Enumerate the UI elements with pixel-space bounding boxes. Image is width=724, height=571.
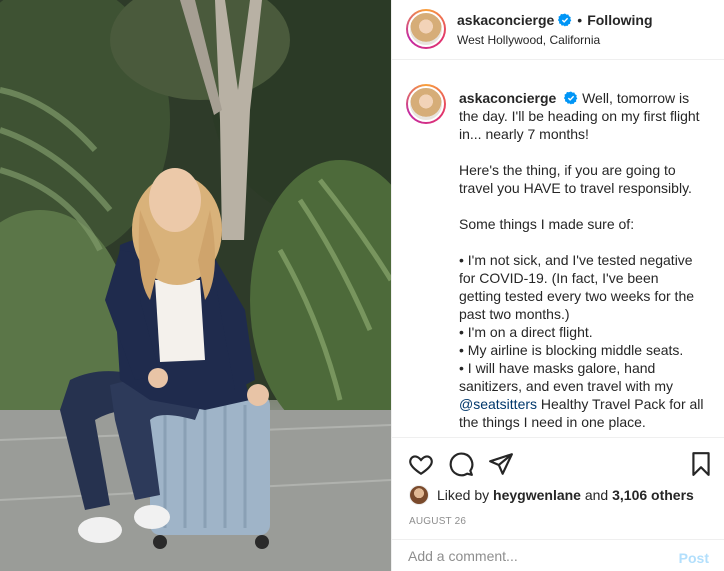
likes-summary: Liked by heygwenlane and 3,106 others bbox=[409, 485, 694, 505]
caption-bullet: • I'm on a direct flight. bbox=[459, 324, 593, 340]
comment-bar: Post bbox=[392, 539, 724, 571]
bookmark-icon[interactable] bbox=[688, 451, 714, 477]
mention-link[interactable]: @seatsitters bbox=[459, 396, 537, 412]
caption-bullet: • I will have masks galore, hand sanitiz… bbox=[459, 359, 704, 431]
photo-illustration bbox=[0, 0, 391, 571]
paper-plane-icon[interactable] bbox=[488, 451, 514, 477]
liker-avatar[interactable] bbox=[409, 485, 429, 505]
post-caption: askaconcierge Well, tomorrow is the day.… bbox=[459, 89, 704, 431]
post-photo[interactable] bbox=[0, 0, 391, 571]
caption-paragraph: Some things I made sure of: bbox=[459, 216, 635, 232]
post-date[interactable]: AUGUST 26 bbox=[409, 516, 466, 527]
comment-icon[interactable] bbox=[448, 451, 474, 477]
following-button[interactable]: Following bbox=[587, 12, 652, 28]
caption-paragraph: Here's the thing, if you are going to tr… bbox=[459, 162, 692, 196]
post-header: askaconcierge • Following West Hollywood… bbox=[392, 0, 724, 60]
follow-separator: • bbox=[577, 12, 583, 28]
likes-count-link[interactable]: 3,106 others bbox=[612, 487, 694, 503]
location-link[interactable]: West Hollywood, California bbox=[457, 33, 600, 47]
caption-avatar[interactable] bbox=[406, 84, 446, 124]
comment-input[interactable] bbox=[408, 548, 658, 564]
liker-username-link[interactable]: heygwenlane bbox=[493, 487, 581, 503]
caption-bullet: • My airline is blocking middle seats. bbox=[459, 342, 684, 358]
caption-area: askaconcierge Well, tomorrow is the day.… bbox=[392, 61, 724, 436]
header-username-link[interactable]: askaconcierge bbox=[457, 12, 554, 28]
caption-bullet: • I'm not sick, and I've tested negative… bbox=[459, 252, 695, 322]
likes-prefix: Liked by bbox=[437, 487, 490, 503]
profile-avatar[interactable] bbox=[406, 9, 446, 49]
heart-icon[interactable] bbox=[408, 451, 434, 477]
verified-badge-icon bbox=[558, 13, 572, 27]
caption-username-link[interactable]: askaconcierge bbox=[459, 90, 556, 106]
likes-middle: and bbox=[584, 487, 609, 503]
post-comment-button[interactable]: Post bbox=[679, 550, 709, 566]
post-detail-panel: askaconcierge • Following West Hollywood… bbox=[391, 0, 724, 571]
verified-badge-icon bbox=[564, 91, 578, 105]
post-actions: Liked by heygwenlane and 3,106 others AU… bbox=[392, 437, 724, 538]
caption-bullet-list: • I'm not sick, and I've tested negative… bbox=[459, 251, 704, 431]
caption-bullet-text: • I will have masks galore, hand sanitiz… bbox=[459, 360, 673, 394]
